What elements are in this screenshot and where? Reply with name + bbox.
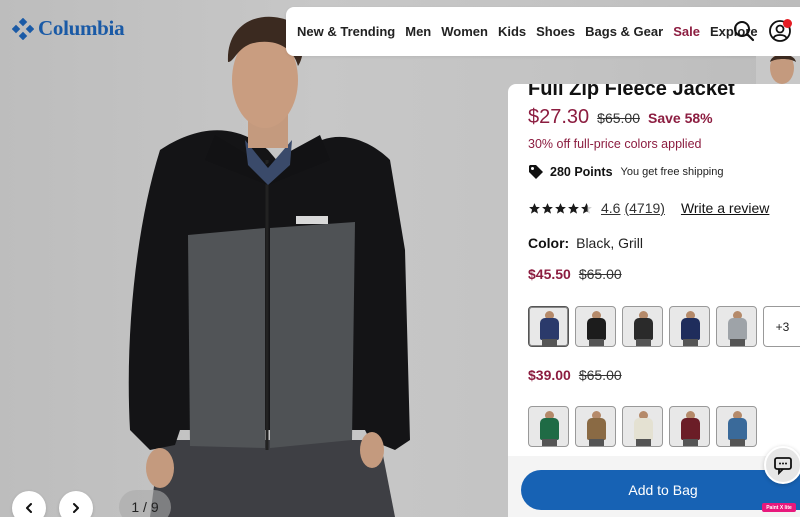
star-icon: [529, 202, 540, 214]
swatch-black-tan[interactable]: [575, 406, 616, 447]
product-title: Full Zip Fleece Jacket: [528, 84, 735, 100]
nav-shoes[interactable]: Shoes: [536, 24, 575, 39]
chevron-left-icon: [26, 503, 32, 513]
brand-name: Columbia: [38, 16, 125, 40]
nav-new-trending[interactable]: New & Trending: [297, 24, 395, 39]
chat-icon: [774, 457, 792, 475]
carousel-counter: 1 / 9: [119, 490, 171, 517]
swatch-row-2: [528, 406, 757, 447]
tag-icon: [529, 165, 543, 179]
star-icon: [568, 202, 579, 214]
rating-row: 4.6 (4719) Write a review: [528, 200, 769, 216]
star-rating: [528, 202, 593, 215]
color-label: Color:: [528, 235, 570, 251]
shipping-note: You get free shipping: [620, 166, 724, 178]
group-original-price: $65.00: [578, 266, 622, 282]
current-price: $27.30: [528, 106, 590, 128]
group-original-price: $65.00: [578, 367, 622, 383]
chevron-right-icon: [73, 503, 79, 513]
nav-kids[interactable]: Kids: [498, 24, 526, 39]
add-to-bag-label: Add to Bag: [628, 482, 698, 498]
add-to-bag-button[interactable]: Add to Bag: [521, 470, 800, 510]
star-icon: [555, 202, 566, 214]
save-badge: Save 58%: [648, 110, 713, 126]
rewards-row: 280 Points You get free shipping: [528, 164, 723, 180]
swatch-navy[interactable]: [669, 306, 710, 347]
price-row: $27.30 $65.00 Save 58%: [528, 106, 713, 129]
price-group-1: $45.50 $65.00: [528, 266, 622, 282]
secondary-image-peek: [756, 56, 800, 86]
nav-women[interactable]: Women: [441, 24, 488, 39]
nav-sale[interactable]: Sale: [673, 24, 700, 39]
swatch-navy-grey[interactable]: [528, 306, 569, 347]
swatch-green[interactable]: [528, 406, 569, 447]
swatch-light-grey[interactable]: [716, 306, 757, 347]
swatch-blue[interactable]: [716, 406, 757, 447]
group-sale-price: $39.00: [528, 367, 571, 383]
thumbnail-image: [756, 56, 800, 86]
swatch-black-grill[interactable]: [622, 306, 663, 347]
swatch-cream[interactable]: [622, 406, 663, 447]
color-selection: Color: Black, Grill: [528, 235, 643, 251]
chat-button[interactable]: [764, 446, 800, 484]
search-icon[interactable]: [732, 19, 756, 43]
nav-men[interactable]: Men: [405, 24, 431, 39]
star-icon: [542, 202, 553, 214]
more-colors-button[interactable]: +3: [763, 306, 800, 347]
product-details-panel: Full Zip Fleece Jacket $27.30 $65.00 Sav…: [508, 84, 800, 517]
brand-logo[interactable]: Columbia: [12, 16, 125, 41]
promo-text: 30% off full-price colors applied: [528, 137, 702, 151]
group-sale-price: $45.50: [528, 266, 571, 282]
rating-value[interactable]: 4.6: [601, 200, 620, 216]
main-nav: New & Trending Men Women Kids Shoes Bags…: [286, 7, 800, 56]
swatch-black[interactable]: [575, 306, 616, 347]
carousel-next-button[interactable]: [59, 491, 93, 517]
original-price: $65.00: [597, 110, 640, 126]
paint-overlay-badge: Paint X lite: [762, 503, 796, 512]
columbia-diamond-icon: [12, 17, 34, 40]
carousel-prev-button[interactable]: [12, 491, 46, 517]
review-count[interactable]: (4719): [624, 200, 664, 216]
color-value: Black, Grill: [576, 235, 644, 251]
star-half-icon: [581, 202, 592, 214]
swatch-burgundy[interactable]: [669, 406, 710, 447]
rewards-points: 280 Points: [550, 165, 613, 179]
nav-bags-gear[interactable]: Bags & Gear: [585, 24, 663, 39]
notification-dot: [783, 19, 792, 28]
price-group-2: $39.00 $65.00: [528, 367, 622, 383]
swatch-row-1: +3: [528, 306, 800, 347]
write-review-link[interactable]: Write a review: [681, 200, 769, 216]
